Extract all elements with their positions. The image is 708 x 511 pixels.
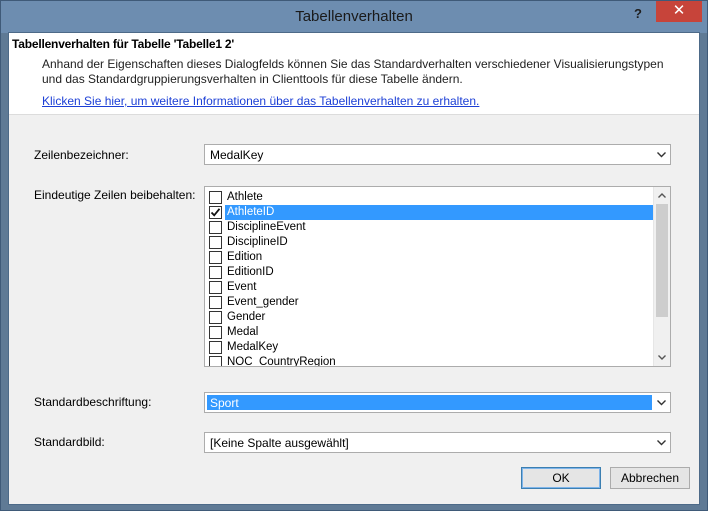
checkbox[interactable] xyxy=(209,236,222,249)
close-icon: ✕ xyxy=(672,2,686,19)
list-item[interactable]: Athlete xyxy=(205,190,654,205)
checkbox[interactable] xyxy=(209,356,222,366)
list-item[interactable]: Event_gender xyxy=(205,295,654,310)
header-description: Anhand der Eigenschaften dieses Dialogfe… xyxy=(42,57,664,86)
checkbox[interactable] xyxy=(209,266,222,279)
help-link[interactable]: Klicken Sie hier, um weitere Information… xyxy=(42,94,479,108)
list-item-label: EditionID xyxy=(227,266,274,278)
list-item-label: NOC_CountryRegion xyxy=(227,356,336,367)
close-button[interactable]: ✕ xyxy=(656,1,702,22)
checkbox[interactable] xyxy=(209,206,222,219)
checkbox[interactable] xyxy=(209,251,222,264)
list-item-label: DisciplineEvent xyxy=(227,221,306,233)
default-label-label: Standardbeschriftung: xyxy=(34,395,152,409)
scroll-up-button[interactable] xyxy=(654,187,670,204)
list-item[interactable]: Event xyxy=(205,280,654,295)
keep-unique-rows-label: Eindeutige Zeilen beibehalten: xyxy=(34,188,196,202)
scroll-down-button[interactable] xyxy=(654,349,670,366)
checkbox[interactable] xyxy=(209,296,222,309)
list-item[interactable]: EditionID xyxy=(205,265,654,280)
vertical-scrollbar[interactable] xyxy=(653,187,670,366)
list-item-label: Event_gender xyxy=(227,296,299,308)
chevron-down-icon xyxy=(657,152,666,158)
checkmark-icon xyxy=(210,208,221,217)
list-item[interactable]: Medal xyxy=(205,325,654,340)
list-item-label: Medal xyxy=(227,326,259,338)
chevron-down-icon xyxy=(658,355,666,360)
list-item[interactable]: Gender xyxy=(205,310,654,325)
list-item-label: DisciplineID xyxy=(227,236,288,248)
list-item-label: Edition xyxy=(227,251,263,263)
row-identifier-value: MedalKey xyxy=(210,148,264,162)
default-image-label: Standardbild: xyxy=(34,435,105,449)
chevron-down-icon xyxy=(657,400,666,406)
list-item[interactable]: DisciplineEvent xyxy=(205,220,654,235)
window-title: Tabellenverhalten xyxy=(295,8,413,25)
list-item[interactable]: NOC_CountryRegion xyxy=(205,355,654,367)
checkbox[interactable] xyxy=(209,191,222,204)
list-item-label: AthleteID xyxy=(225,205,653,220)
list-item-label: Event xyxy=(227,281,257,293)
help-button[interactable]: ? xyxy=(625,4,651,24)
default-image-dropdown[interactable]: [Keine Spalte ausgewählt] xyxy=(204,432,671,453)
checkbox[interactable] xyxy=(209,341,222,354)
list-item[interactable]: AthleteID xyxy=(205,205,654,220)
default-label-dropdown[interactable]: Sport xyxy=(204,392,671,413)
list-item[interactable]: DisciplineID xyxy=(205,235,654,250)
checkbox[interactable] xyxy=(209,221,222,234)
cancel-button[interactable]: Abbrechen xyxy=(610,467,690,489)
keep-unique-rows-listbox[interactable]: Athlete AthleteID DisciplineEvent Disciplin… xyxy=(204,186,671,367)
chevron-up-icon xyxy=(658,193,666,198)
header-title: Tabellenverhalten für Tabelle 'Tabelle1 … xyxy=(12,37,235,51)
checkbox[interactable] xyxy=(209,281,222,294)
list-item-label: Athlete xyxy=(227,191,263,203)
checkbox[interactable] xyxy=(209,326,222,339)
list-item-label: MedalKey xyxy=(227,341,279,353)
dialog-window: Tabellenverhalten ? ✕ Tabellenverhalten … xyxy=(0,0,708,511)
default-image-value: [Keine Spalte ausgewählt] xyxy=(210,436,349,450)
dialog-client-area: Tabellenverhalten für Tabelle 'Tabelle1 … xyxy=(8,32,700,505)
selection-highlight xyxy=(207,395,652,410)
list-item[interactable]: Edition xyxy=(205,250,654,265)
scroll-thumb[interactable] xyxy=(656,204,668,317)
row-identifier-dropdown[interactable]: MedalKey xyxy=(204,144,671,165)
title-bar[interactable]: Tabellenverhalten ? ✕ xyxy=(1,1,707,33)
header-panel: Tabellenverhalten für Tabelle 'Tabelle1 … xyxy=(9,33,699,115)
list-item[interactable]: MedalKey xyxy=(205,340,654,355)
ok-button[interactable]: OK xyxy=(521,467,601,489)
checkbox[interactable] xyxy=(209,311,222,324)
list-item-label: Gender xyxy=(227,311,266,323)
chevron-down-icon xyxy=(657,440,666,446)
row-identifier-label: Zeilenbezeichner: xyxy=(34,148,129,162)
default-label-value: Sport xyxy=(210,396,239,410)
